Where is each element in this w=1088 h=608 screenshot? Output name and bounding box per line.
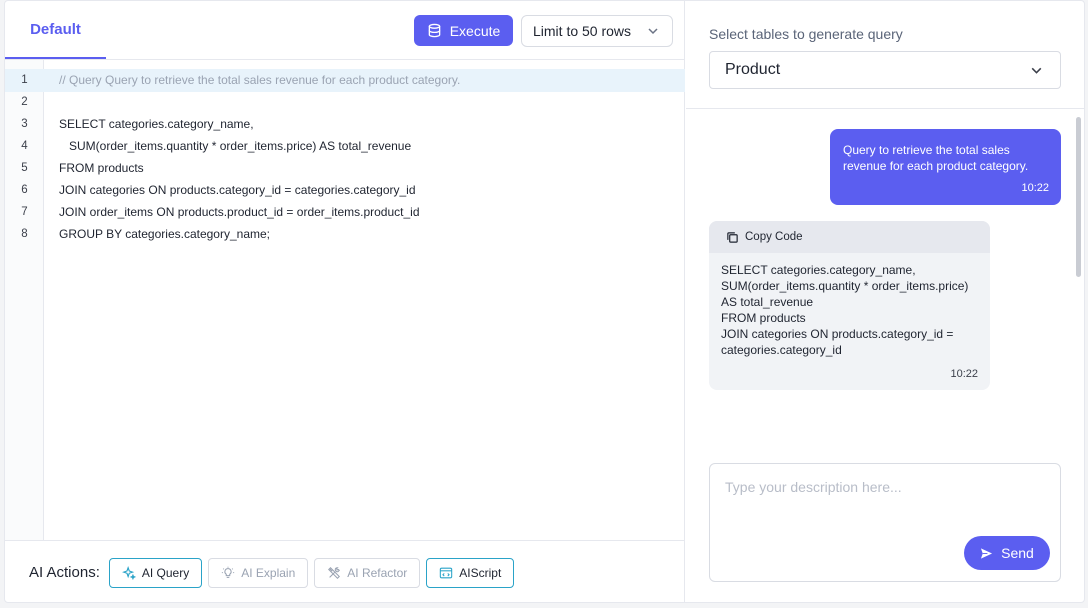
line-number: 1 bbox=[21, 74, 28, 86]
code-line: 5 FROM products bbox=[5, 157, 685, 179]
send-button[interactable]: Send bbox=[964, 536, 1050, 570]
ai-script-label: AIScript bbox=[459, 565, 502, 580]
ai-actions-bar: AI Actions: AI Query AI Explain AI Refac… bbox=[5, 540, 685, 602]
execute-button[interactable]: Execute bbox=[414, 15, 513, 46]
user-message: Query to retrieve the total sales revenu… bbox=[830, 129, 1061, 205]
assistant-code-line: SUM(order_items.quantity * order_items.p… bbox=[721, 279, 969, 293]
line-number: 2 bbox=[21, 96, 28, 108]
select-tables-label: Select tables to generate query bbox=[709, 26, 903, 42]
ai-explain-label: AI Explain bbox=[241, 565, 296, 580]
chat-messages: Query to retrieve the total sales revenu… bbox=[686, 109, 1084, 454]
code-text: SUM(order_items.quantity * order_items.p… bbox=[59, 139, 412, 153]
editor-toolbar: Default Execute Limit to 50 rows bbox=[5, 1, 685, 60]
ai-actions-label: AI Actions: bbox=[29, 564, 100, 581]
message-time: 10:22 bbox=[950, 368, 978, 380]
message-composer: Send bbox=[709, 463, 1061, 582]
assistant-message: Copy Code SELECT categories.category_nam… bbox=[709, 221, 990, 390]
sparkle-icon bbox=[121, 565, 136, 580]
line-number: 6 bbox=[21, 184, 28, 196]
code-text: JOIN order_items ON products.product_id … bbox=[59, 205, 420, 219]
line-number: 7 bbox=[21, 206, 28, 218]
description-input[interactable] bbox=[725, 479, 1045, 495]
line-number: 5 bbox=[21, 162, 28, 174]
ai-explain-button[interactable]: AI Explain bbox=[208, 557, 309, 588]
code-editor[interactable]: 1 // Query Query to retrieve the total sa… bbox=[5, 60, 685, 540]
line-number: 8 bbox=[21, 228, 28, 240]
code-line: 8 GROUP BY categories.category_name; bbox=[5, 223, 685, 245]
assistant-code-line: JOIN categories ON products.category_id … bbox=[721, 327, 954, 341]
app-frame: Default Execute Limit to 50 rows 1 // Que… bbox=[4, 0, 1085, 603]
send-icon bbox=[981, 547, 993, 559]
chat-scrollbar[interactable] bbox=[1076, 117, 1081, 277]
code-text: GROUP BY categories.category_name; bbox=[59, 227, 270, 241]
copy-code-button[interactable]: Copy Code bbox=[709, 221, 990, 253]
code-line: 1 // Query Query to retrieve the total sa… bbox=[5, 69, 685, 91]
script-window-icon bbox=[440, 567, 453, 578]
assistant-code-line: FROM products bbox=[721, 311, 806, 325]
copy-icon bbox=[727, 231, 738, 243]
code-line: 2 bbox=[5, 91, 685, 113]
assistant-code: SELECT categories.category_name, SUM(ord… bbox=[709, 253, 990, 358]
line-number: 3 bbox=[21, 118, 28, 130]
copy-code-label: Copy Code bbox=[745, 231, 803, 243]
table-select[interactable]: Product bbox=[709, 51, 1061, 89]
lightbulb-icon bbox=[222, 566, 235, 578]
tab-default[interactable]: Default bbox=[5, 1, 106, 59]
row-limit-value: Limit to 50 rows bbox=[533, 23, 632, 39]
table-select-value: Product bbox=[725, 61, 781, 78]
code-line: 3 SELECT categories.category_name, bbox=[5, 113, 685, 135]
ai-query-button[interactable]: AI Query bbox=[108, 557, 203, 588]
assistant-code-line: SELECT categories.category_name, bbox=[721, 263, 916, 277]
code-line: 6 JOIN categories ON products.category_id… bbox=[5, 179, 685, 201]
user-message-line: revenue for each product category. bbox=[843, 159, 1029, 173]
execute-label: Execute bbox=[449, 22, 501, 39]
code-line: 7 JOIN order_items ON products.product_id… bbox=[5, 201, 685, 223]
assistant-code-line: AS total_revenue bbox=[721, 295, 814, 309]
chat-panel: Select tables to generate query Product … bbox=[686, 1, 1084, 602]
editor-panel: Default Execute Limit to 50 rows 1 // Que… bbox=[5, 1, 685, 602]
chat-header: Select tables to generate query Product bbox=[686, 1, 1084, 109]
code-lines: 1 // Query Query to retrieve the total sa… bbox=[5, 69, 685, 245]
chevron-down-icon bbox=[648, 28, 658, 35]
user-message-line: Query to retrieve the total sales bbox=[843, 143, 1010, 157]
ai-script-button[interactable]: AIScript bbox=[426, 557, 515, 588]
tools-icon bbox=[328, 566, 341, 579]
ai-query-label: AI Query bbox=[141, 565, 190, 580]
line-number: 4 bbox=[21, 140, 28, 152]
database-icon bbox=[428, 23, 441, 38]
assistant-code-line: categories.category_id bbox=[721, 343, 842, 357]
code-text: SELECT categories.category_name, bbox=[59, 117, 254, 131]
chevron-down-icon bbox=[1031, 67, 1042, 74]
code-text: JOIN categories ON products.category_id … bbox=[59, 183, 416, 197]
code-line: 4 SUM(order_items.quantity * order_items… bbox=[5, 135, 685, 157]
message-time: 10:22 bbox=[1021, 182, 1049, 194]
code-text: // Query Query to retrieve the total sal… bbox=[59, 73, 461, 87]
ai-refactor-button[interactable]: AI Refactor bbox=[314, 557, 421, 588]
send-label: Send bbox=[1001, 545, 1034, 561]
ai-refactor-label: AI Refactor bbox=[347, 565, 408, 580]
row-limit-select[interactable]: Limit to 50 rows bbox=[521, 15, 673, 47]
code-text: FROM products bbox=[59, 161, 144, 175]
